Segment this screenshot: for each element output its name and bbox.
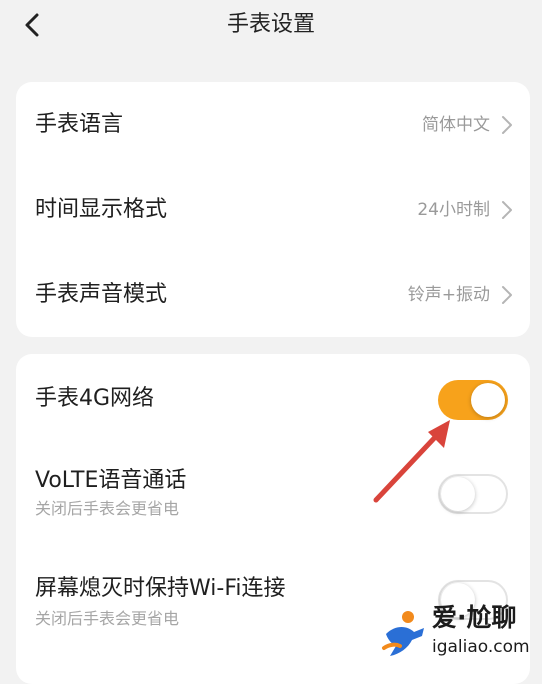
toggle-knob <box>471 383 505 417</box>
setting-label: 手表语言 <box>35 112 124 137</box>
setting-row-language[interactable]: 手表语言 简体中文 <box>16 82 530 167</box>
4g-network-toggle[interactable] <box>438 380 508 420</box>
annotation-arrow-icon <box>373 420 450 503</box>
page-title: 手表设置 <box>226 12 315 37</box>
setting-subtitle: 关闭后手表会更省电 <box>35 609 180 628</box>
chevron-right-icon <box>502 286 512 304</box>
watermark-name: 爱·尬聊 <box>432 603 517 632</box>
setting-value: 简体中文 <box>422 115 490 135</box>
chevron-right-icon <box>502 201 512 219</box>
setting-row-time-format[interactable]: 时间显示格式 24小时制 <box>16 167 530 252</box>
setting-value: 铃声+振动 <box>407 285 490 305</box>
watermark: 爱·尬聊 igaliao.com <box>378 600 542 666</box>
runner-logo-icon <box>382 611 424 656</box>
setting-label: 屏幕熄灭时保持Wi-Fi连接 <box>35 576 286 601</box>
setting-label: 手表4G网络 <box>35 386 155 411</box>
setting-value: 24小时制 <box>417 200 490 220</box>
top-bar: 手表设置 <box>0 0 542 52</box>
setting-row-sound-mode[interactable]: 手表声音模式 铃声+振动 <box>16 252 530 337</box>
setting-subtitle: 关闭后手表会更省电 <box>35 499 180 518</box>
setting-label: VoLTE语音通话 <box>35 468 187 493</box>
general-settings-card: 手表语言 简体中文 时间显示格式 24小时制 手表声音模式 铃声+振动 <box>16 82 530 337</box>
setting-label: 手表声音模式 <box>35 282 168 307</box>
setting-label: 时间显示格式 <box>35 197 168 222</box>
chevron-right-icon <box>502 116 512 134</box>
watermark-url: igaliao.com <box>432 637 530 657</box>
